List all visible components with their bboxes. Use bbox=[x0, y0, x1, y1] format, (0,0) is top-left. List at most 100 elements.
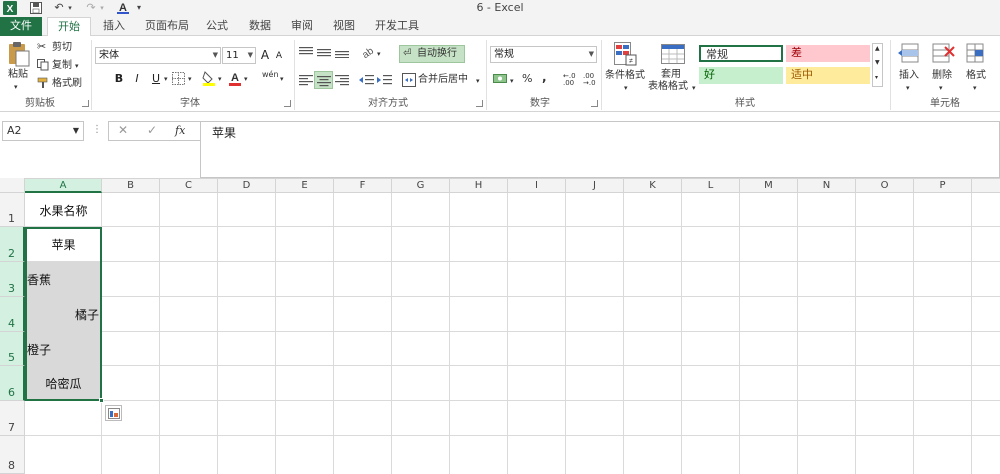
conditional-formatting-button[interactable]: 条件格式 bbox=[605, 70, 645, 82]
font-color-icon[interactable]: A bbox=[228, 70, 242, 86]
row-header-1[interactable]: 1 bbox=[0, 193, 25, 227]
increase-indent-icon[interactable] bbox=[377, 74, 392, 86]
format-painter-icon[interactable] bbox=[37, 77, 49, 89]
align-bottom-icon[interactable] bbox=[335, 46, 349, 58]
style-normal[interactable]: 常规 bbox=[699, 45, 783, 62]
column-header-p[interactable]: P bbox=[914, 179, 972, 193]
align-center-button[interactable] bbox=[314, 71, 333, 89]
cut-icon[interactable]: ✂ bbox=[37, 41, 46, 53]
tab-view[interactable]: 视图 bbox=[327, 17, 361, 36]
style-bad[interactable]: 差 bbox=[786, 45, 870, 62]
tab-home[interactable]: 开始 bbox=[47, 17, 91, 37]
insert-function-button[interactable]: fx bbox=[175, 124, 185, 137]
format-as-table-icon[interactable] bbox=[661, 44, 685, 64]
copy-button[interactable]: 复制 bbox=[52, 60, 72, 72]
format-as-table-label-1[interactable]: 套用 bbox=[661, 69, 681, 81]
paste-dropdown-icon[interactable]: ▾ bbox=[14, 81, 18, 93]
comma-button[interactable]: , bbox=[542, 71, 547, 83]
fill-color-dropdown-icon[interactable]: ▾ bbox=[218, 73, 222, 85]
copy-dropdown-icon[interactable]: ▾ bbox=[75, 60, 79, 72]
style-good[interactable]: 好 bbox=[699, 67, 783, 84]
paste-icon[interactable] bbox=[6, 41, 30, 67]
increase-decimal-button[interactable]: ←.0 .00 bbox=[563, 73, 579, 87]
copy-icon[interactable] bbox=[37, 59, 49, 71]
tab-review[interactable]: 审阅 bbox=[285, 17, 319, 36]
column-header-h[interactable]: H bbox=[450, 179, 508, 193]
column-header-n[interactable]: N bbox=[798, 179, 856, 193]
formula-input[interactable]: 苹果 bbox=[200, 121, 1000, 178]
row-header-3[interactable]: 3 bbox=[0, 262, 25, 297]
number-format-combo[interactable]: 常规 ▼ bbox=[490, 46, 597, 63]
bold-button[interactable]: B bbox=[111, 71, 127, 87]
column-header-f[interactable]: F bbox=[334, 179, 392, 193]
insert-cells-icon[interactable] bbox=[898, 42, 920, 64]
enter-icon[interactable]: ✓ bbox=[147, 123, 157, 137]
conditional-formatting-icon[interactable]: ≠ bbox=[614, 42, 638, 66]
row-header-4[interactable]: 4 bbox=[0, 297, 25, 332]
font-size-combo[interactable]: 11 ▼ bbox=[222, 47, 256, 64]
align-middle-icon[interactable] bbox=[317, 46, 331, 58]
row-header-5[interactable]: 5 bbox=[0, 332, 25, 366]
column-header-o[interactable]: O bbox=[856, 179, 914, 193]
row-header-8[interactable]: 8 bbox=[0, 436, 25, 474]
fill-color-icon[interactable] bbox=[202, 70, 216, 86]
italic-button[interactable]: I bbox=[129, 71, 145, 87]
align-left-icon[interactable] bbox=[299, 74, 313, 86]
borders-dropdown-icon[interactable]: ▾ bbox=[188, 73, 192, 85]
align-right-icon[interactable] bbox=[335, 74, 349, 86]
row-header-2[interactable]: 2 bbox=[0, 227, 25, 262]
merge-center-dropdown-icon[interactable]: ▾ bbox=[476, 75, 480, 87]
column-header-a[interactable]: A bbox=[25, 179, 102, 193]
format-cells-icon[interactable] bbox=[965, 42, 987, 64]
underline-dropdown-icon[interactable]: ▾ bbox=[164, 73, 168, 85]
column-header-l[interactable]: L bbox=[682, 179, 740, 193]
column-header-b[interactable]: B bbox=[102, 179, 160, 193]
alignment-dialog-launcher[interactable] bbox=[476, 100, 483, 107]
tab-formulas[interactable]: 公式 bbox=[200, 17, 234, 36]
insert-cells-button[interactable]: 插入 bbox=[899, 70, 919, 82]
paste-label[interactable]: 粘贴 bbox=[8, 69, 28, 81]
name-box[interactable]: A2 ▼ bbox=[2, 121, 84, 141]
format-as-table-dropdown-icon[interactable]: ▾ bbox=[692, 82, 696, 94]
orientation-dropdown-icon[interactable]: ▾ bbox=[377, 48, 381, 60]
percent-button[interactable]: % bbox=[522, 73, 532, 85]
format-cells-dropdown-icon[interactable]: ▾ bbox=[973, 82, 977, 94]
tab-insert[interactable]: 插入 bbox=[96, 17, 132, 36]
tab-page-layout[interactable]: 页面布局 bbox=[140, 17, 194, 36]
row-header-7[interactable]: 7 bbox=[0, 401, 25, 436]
tab-file[interactable]: 文件 bbox=[0, 17, 42, 36]
clipboard-dialog-launcher[interactable] bbox=[82, 100, 89, 107]
column-header-k[interactable]: K bbox=[624, 179, 682, 193]
wrap-text-button[interactable]: ⏎ 自动换行 bbox=[399, 45, 465, 63]
quick-analysis-button[interactable] bbox=[105, 405, 122, 421]
tab-developer[interactable]: 开发工具 bbox=[370, 17, 424, 36]
column-header-c[interactable]: C bbox=[160, 179, 218, 193]
delete-cells-dropdown-icon[interactable]: ▾ bbox=[939, 82, 943, 94]
format-cells-button[interactable]: 格式 bbox=[966, 70, 986, 82]
conditional-formatting-dropdown-icon[interactable]: ▾ bbox=[624, 82, 628, 94]
tab-data[interactable]: 数据 bbox=[243, 17, 277, 36]
fill-handle[interactable] bbox=[99, 398, 104, 403]
style-neutral[interactable]: 适中 bbox=[786, 67, 870, 84]
column-header-j[interactable]: J bbox=[566, 179, 624, 193]
shrink-font-button[interactable]: A bbox=[271, 48, 287, 64]
column-header-d[interactable]: D bbox=[218, 179, 276, 193]
delete-cells-button[interactable]: 删除 bbox=[932, 70, 952, 82]
column-header-m[interactable]: M bbox=[740, 179, 798, 193]
decrease-decimal-button[interactable]: .00 →.0 bbox=[583, 73, 599, 87]
cut-button[interactable]: 剪切 bbox=[52, 42, 72, 54]
chevron-down-icon[interactable]: ▼ bbox=[73, 122, 79, 140]
number-dialog-launcher[interactable] bbox=[591, 100, 598, 107]
orientation-icon[interactable]: ab bbox=[360, 45, 376, 59]
gallery-more-icon[interactable]: ▾ bbox=[875, 74, 878, 81]
scroll-up-icon[interactable]: ▲ bbox=[875, 45, 880, 52]
insert-cells-dropdown-icon[interactable]: ▾ bbox=[906, 82, 910, 94]
row-header-6[interactable]: 6 bbox=[0, 366, 25, 401]
delete-cells-icon[interactable] bbox=[931, 42, 955, 64]
column-header-i[interactable]: I bbox=[508, 179, 566, 193]
decrease-indent-icon[interactable] bbox=[359, 74, 374, 86]
accounting-format-icon[interactable] bbox=[493, 72, 508, 86]
styles-gallery-scrollbar[interactable]: ▲ ▼ ▾ bbox=[872, 43, 883, 87]
column-header-e[interactable]: E bbox=[276, 179, 334, 193]
cell-a1[interactable]: 水果名称 bbox=[26, 202, 101, 219]
